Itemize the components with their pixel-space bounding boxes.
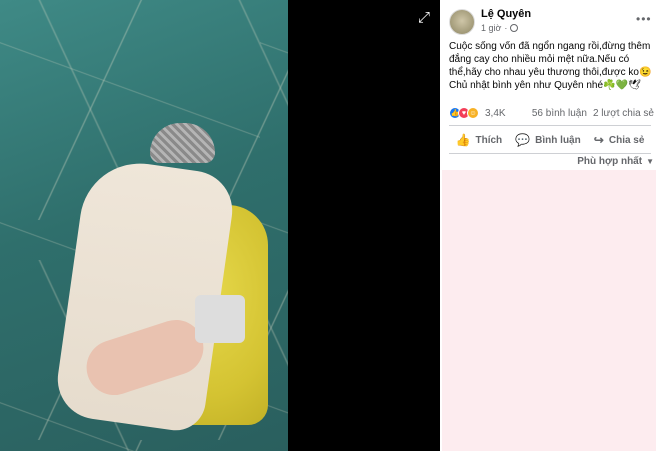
thumbs-up-icon: 👍 bbox=[455, 133, 471, 147]
share-label: Chia sẻ bbox=[608, 134, 645, 146]
share-button[interactable]: ↪ Chia sẻ bbox=[594, 133, 645, 147]
like-button[interactable]: 👍 Thích bbox=[456, 133, 503, 147]
share-icon: ↪ bbox=[593, 133, 604, 147]
comment-count[interactable]: 56 bình luận bbox=[532, 108, 587, 119]
post-stats: 56 bình luận 2 lượt chia sẻ bbox=[532, 108, 654, 119]
comment-button[interactable]: 💬 Bình luận bbox=[515, 133, 581, 147]
handbag bbox=[195, 295, 245, 343]
care-icon: ☺ bbox=[467, 107, 479, 119]
divider bbox=[449, 125, 651, 126]
share-count[interactable]: 2 lượt chia sẻ bbox=[593, 108, 654, 119]
reaction-count: 3,4K bbox=[485, 107, 506, 119]
post-side-panel: Lệ Quyên 1 giờ · ••• Cuộc sống vốn đã ng… bbox=[440, 0, 660, 451]
comment-label: Bình luận bbox=[535, 134, 581, 146]
comments-area bbox=[442, 170, 656, 451]
post-text: Cuộc sống vốn đã ngổn ngang rồi,đừng thê… bbox=[449, 41, 652, 91]
post-meta: 1 giờ · bbox=[481, 23, 519, 33]
divider bbox=[449, 153, 651, 154]
comment-sort-dropdown[interactable]: Phù hợp nhất ▼ bbox=[577, 156, 654, 167]
sort-label: Phù hợp nhất bbox=[577, 156, 643, 167]
comment-icon: 💬 bbox=[515, 133, 531, 147]
caret-down-icon: ▼ bbox=[646, 157, 654, 166]
expand-icon[interactable]: ⤢ bbox=[416, 10, 432, 26]
like-label: Thích bbox=[475, 134, 503, 146]
reactions-summary[interactable]: 👍 ♥ ☺ 3,4K bbox=[449, 107, 506, 119]
globe-icon bbox=[510, 24, 519, 32]
reaction-icons: 👍 ♥ ☺ bbox=[449, 107, 479, 119]
action-bar: 👍 Thích 💬 Bình luận ↪ Chia sẻ bbox=[449, 128, 651, 152]
post-photo[interactable] bbox=[0, 0, 288, 451]
photo-viewer: ⤢ bbox=[0, 0, 440, 451]
author-name[interactable]: Lệ Quyên bbox=[481, 8, 531, 20]
more-options-icon[interactable]: ••• bbox=[636, 12, 652, 26]
post-time[interactable]: 1 giờ bbox=[481, 23, 501, 33]
avatar[interactable] bbox=[449, 9, 475, 35]
